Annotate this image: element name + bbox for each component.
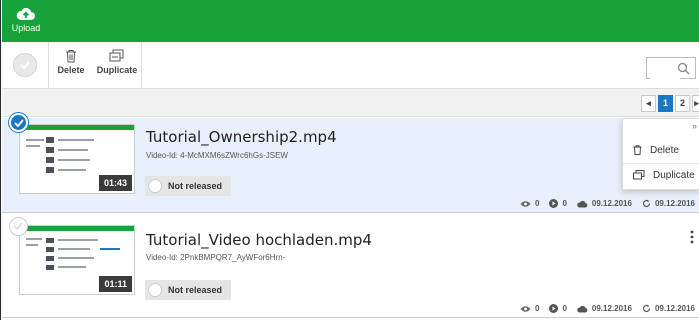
row-context-menu: » Delete Duplicate: [622, 118, 699, 190]
duplicate-label: Duplicate: [96, 65, 138, 75]
video-thumbnail[interactable]: 01:43: [19, 124, 135, 194]
row-select-checkbox[interactable]: [9, 113, 28, 132]
video-title[interactable]: Tutorial_Video hochladen.mp4: [146, 231, 372, 249]
toolbar-divider: [141, 42, 142, 89]
status-label: Not released: [168, 285, 223, 295]
refresh-icon: [642, 199, 651, 208]
cloud-upload-icon: [16, 7, 35, 20]
video-title[interactable]: Tutorial_Ownership2.mp4: [146, 128, 337, 146]
plays-stat: 0: [549, 304, 567, 313]
status-badge: Not released: [145, 176, 232, 196]
check-icon: [13, 222, 23, 230]
search-input[interactable]: [650, 58, 680, 79]
views-stat: 0: [520, 304, 539, 313]
upload-date: 09.12.2016: [577, 304, 632, 313]
pagination: ◂ 1 2 ▸: [639, 95, 699, 112]
video-duration: 01:11: [99, 276, 132, 292]
delete-label: Delete: [57, 65, 85, 75]
video-meta: 0 0 09.12.2016 09.12.2016: [510, 199, 695, 208]
menu-duplicate-item[interactable]: Duplicate: [623, 164, 699, 186]
video-id: Video-Id: 2PnkBMPQR7_AyWFor6Hrn-: [146, 253, 286, 262]
menu-delete-item[interactable]: Delete: [623, 139, 699, 161]
check-icon: [20, 61, 30, 70]
upload-button[interactable]: Upload: [8, 4, 44, 38]
status-dot-icon: [148, 283, 162, 297]
cloud-upload-icon: [577, 305, 588, 312]
search-field[interactable]: [646, 57, 696, 79]
toolbar: Delete Duplicate: [2, 42, 699, 89]
trash-icon: [633, 145, 642, 155]
video-id: Video-Id: 4-McMXM6sZWrc6hGs-JSEW: [146, 151, 288, 160]
next-page-button[interactable]: ▸: [692, 95, 699, 112]
close-menu-button[interactable]: »: [692, 121, 697, 131]
page-1-button[interactable]: 1: [658, 95, 673, 112]
video-row[interactable]: 01:11 Tutorial_Video hochladen.mp4 Video…: [2, 220, 699, 318]
duplicate-button[interactable]: Duplicate: [94, 48, 140, 84]
cloud-upload-icon: [577, 200, 588, 207]
upload-date: 09.12.2016: [577, 199, 632, 208]
menu-delete-label: Delete: [650, 144, 679, 156]
refresh-icon: [642, 304, 651, 313]
status-dot-icon: [148, 179, 162, 193]
top-bar: Upload: [2, 0, 699, 42]
updated-date: 09.12.2016: [642, 304, 695, 313]
status-badge: Not released: [145, 280, 232, 300]
search-icon[interactable]: [677, 62, 690, 75]
upload-label: Upload: [11, 23, 41, 33]
page-2-button[interactable]: 2: [675, 95, 690, 112]
eye-icon: [520, 305, 531, 312]
trash-icon: [66, 50, 76, 63]
video-thumbnail[interactable]: 01:11: [19, 225, 135, 295]
select-all-checkbox[interactable]: [13, 53, 37, 77]
views-stat: 0: [520, 199, 539, 208]
toolbar-divider: [48, 42, 49, 89]
prev-page-button[interactable]: ◂: [641, 95, 656, 112]
row-select-checkbox[interactable]: [9, 217, 28, 236]
pagination-strip: ◂ 1 2 ▸: [2, 89, 699, 117]
play-circle-icon: [549, 199, 559, 208]
check-icon: [14, 119, 24, 127]
app-frame: Upload Delete Duplicate ◂ 1 2 ▸ 01:43 Tu…: [0, 0, 699, 320]
duplicate-icon: [633, 170, 645, 180]
more-options-icon[interactable]: [690, 230, 694, 244]
video-meta: 0 0 09.12.2016 09.12.2016: [510, 304, 695, 313]
eye-icon: [520, 200, 531, 207]
video-row[interactable]: 01:43 Tutorial_Ownership2.mp4 Video-Id: …: [2, 118, 699, 213]
status-label: Not released: [168, 181, 223, 191]
menu-duplicate-label: Duplicate: [653, 169, 695, 181]
duplicate-icon: [109, 49, 124, 62]
play-circle-icon: [549, 304, 559, 313]
plays-stat: 0: [549, 199, 567, 208]
delete-button[interactable]: Delete: [54, 48, 88, 84]
video-duration: 01:43: [98, 175, 132, 191]
updated-date: 09.12.2016: [642, 199, 695, 208]
